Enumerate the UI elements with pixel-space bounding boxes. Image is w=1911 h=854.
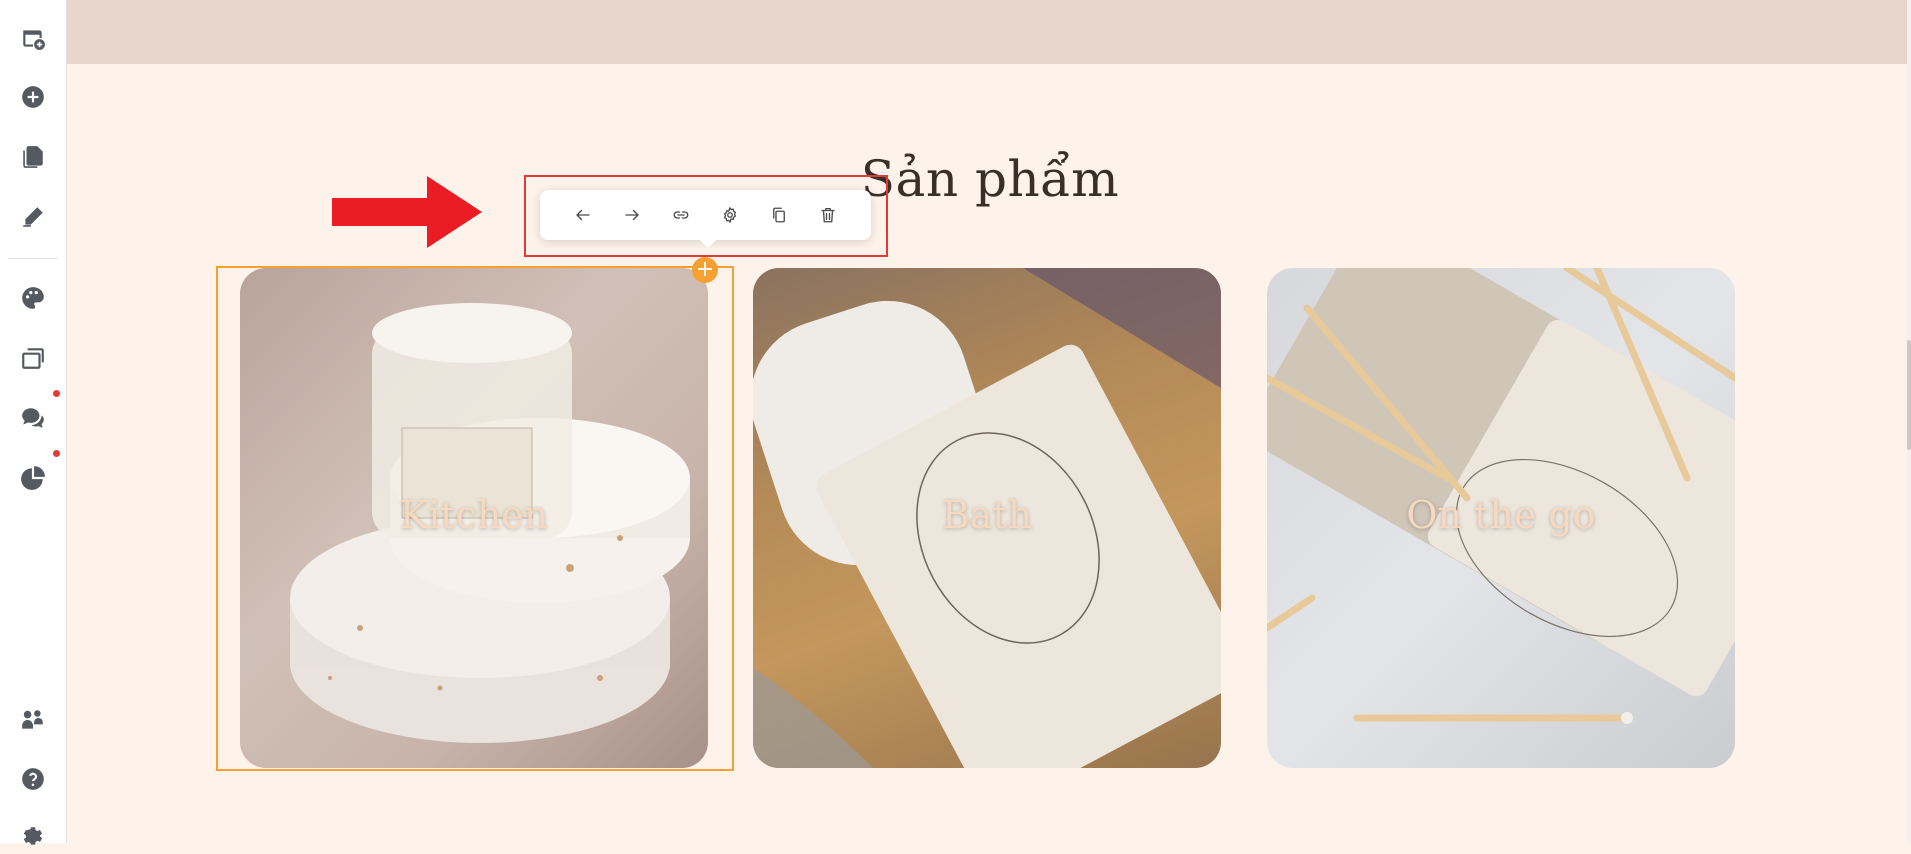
element-toolbar bbox=[540, 190, 871, 248]
apps-icon[interactable] bbox=[16, 703, 50, 737]
settings-icon[interactable] bbox=[16, 820, 50, 854]
product-card-bath[interactable]: Bath bbox=[753, 268, 1221, 768]
link-icon[interactable] bbox=[666, 200, 696, 230]
help-icon[interactable] bbox=[16, 762, 50, 796]
chat-icon[interactable] bbox=[16, 401, 50, 435]
product-card-on-the-go[interactable]: On the go bbox=[1267, 268, 1735, 768]
add-element-handle[interactable]: + bbox=[692, 257, 718, 283]
add-page-icon[interactable] bbox=[16, 21, 50, 55]
pen-icon[interactable] bbox=[16, 200, 50, 234]
card-label[interactable]: Bath bbox=[753, 493, 1221, 537]
delete-icon[interactable] bbox=[813, 200, 843, 230]
add-element-icon[interactable] bbox=[16, 80, 50, 114]
selected-element-outline bbox=[216, 266, 734, 771]
analytics-notification-dot bbox=[53, 450, 60, 457]
chat-notification-dot bbox=[53, 390, 60, 397]
settings-icon[interactable] bbox=[715, 200, 745, 230]
pages-icon[interactable] bbox=[16, 140, 50, 174]
move-left-icon[interactable] bbox=[568, 200, 598, 230]
red-arrow-annotation bbox=[332, 176, 482, 248]
toolbar-pointer bbox=[700, 240, 716, 248]
card-label[interactable]: On the go bbox=[1267, 493, 1735, 537]
header-section[interactable] bbox=[67, 0, 1907, 64]
duplicate-icon[interactable] bbox=[764, 200, 794, 230]
analytics-icon[interactable] bbox=[16, 461, 50, 495]
layers-icon[interactable] bbox=[16, 341, 50, 375]
scrollbar-thumb[interactable] bbox=[1907, 340, 1911, 450]
palette-icon[interactable] bbox=[16, 281, 50, 315]
editor-sidebar bbox=[0, 0, 67, 845]
sidebar-divider bbox=[8, 258, 58, 259]
move-right-icon[interactable] bbox=[617, 200, 647, 230]
